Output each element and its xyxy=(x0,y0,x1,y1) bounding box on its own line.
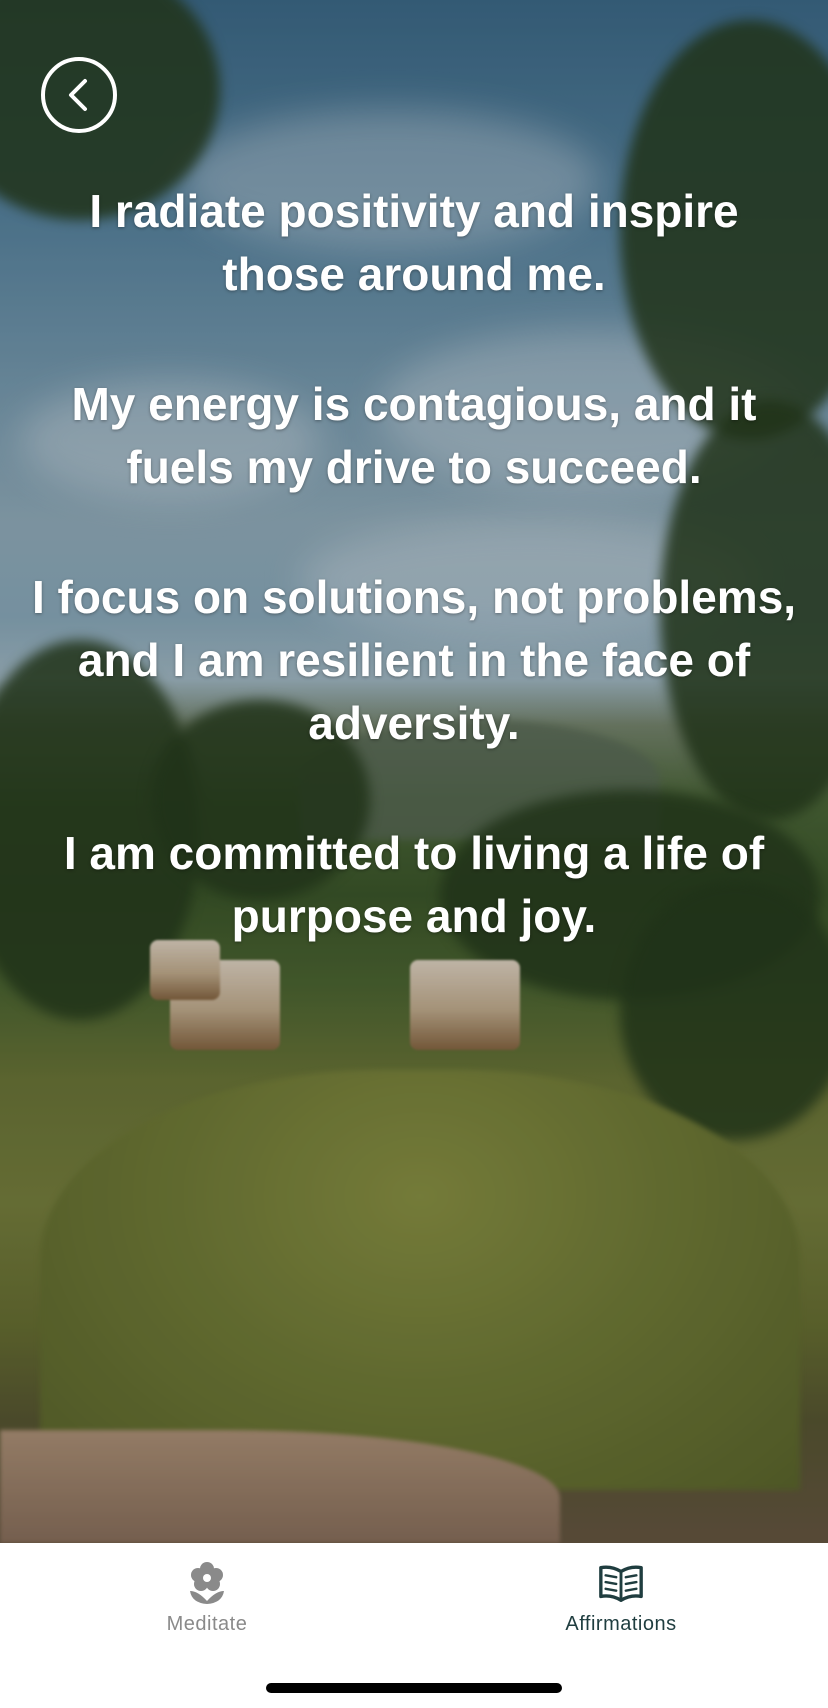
back-button[interactable] xyxy=(41,57,117,133)
tab-affirmations[interactable]: Affirmations xyxy=(531,1559,711,1659)
affirmation-3: I focus on solutions, not problems, and … xyxy=(31,571,797,749)
open-book-icon xyxy=(597,1559,645,1607)
affirmation-4: I am committed to living a life of purpo… xyxy=(63,827,765,942)
affirmations-text-block: I radiate positivity and inspire those a… xyxy=(24,180,804,1015)
chevron-left-icon xyxy=(69,79,87,111)
flower-icon xyxy=(183,1559,231,1607)
tab-affirmations-label: Affirmations xyxy=(565,1613,677,1635)
tab-meditate-label: Meditate xyxy=(166,1613,248,1635)
affirmation-2: My energy is contagious, and it fuels my… xyxy=(71,378,757,493)
bottom-tab-bar: Meditate Affirmations xyxy=(0,1543,828,1708)
tab-meditate[interactable]: Meditate xyxy=(117,1559,297,1659)
home-indicator[interactable] xyxy=(266,1683,562,1693)
affirmation-1: I radiate positivity and inspire those a… xyxy=(89,185,739,300)
